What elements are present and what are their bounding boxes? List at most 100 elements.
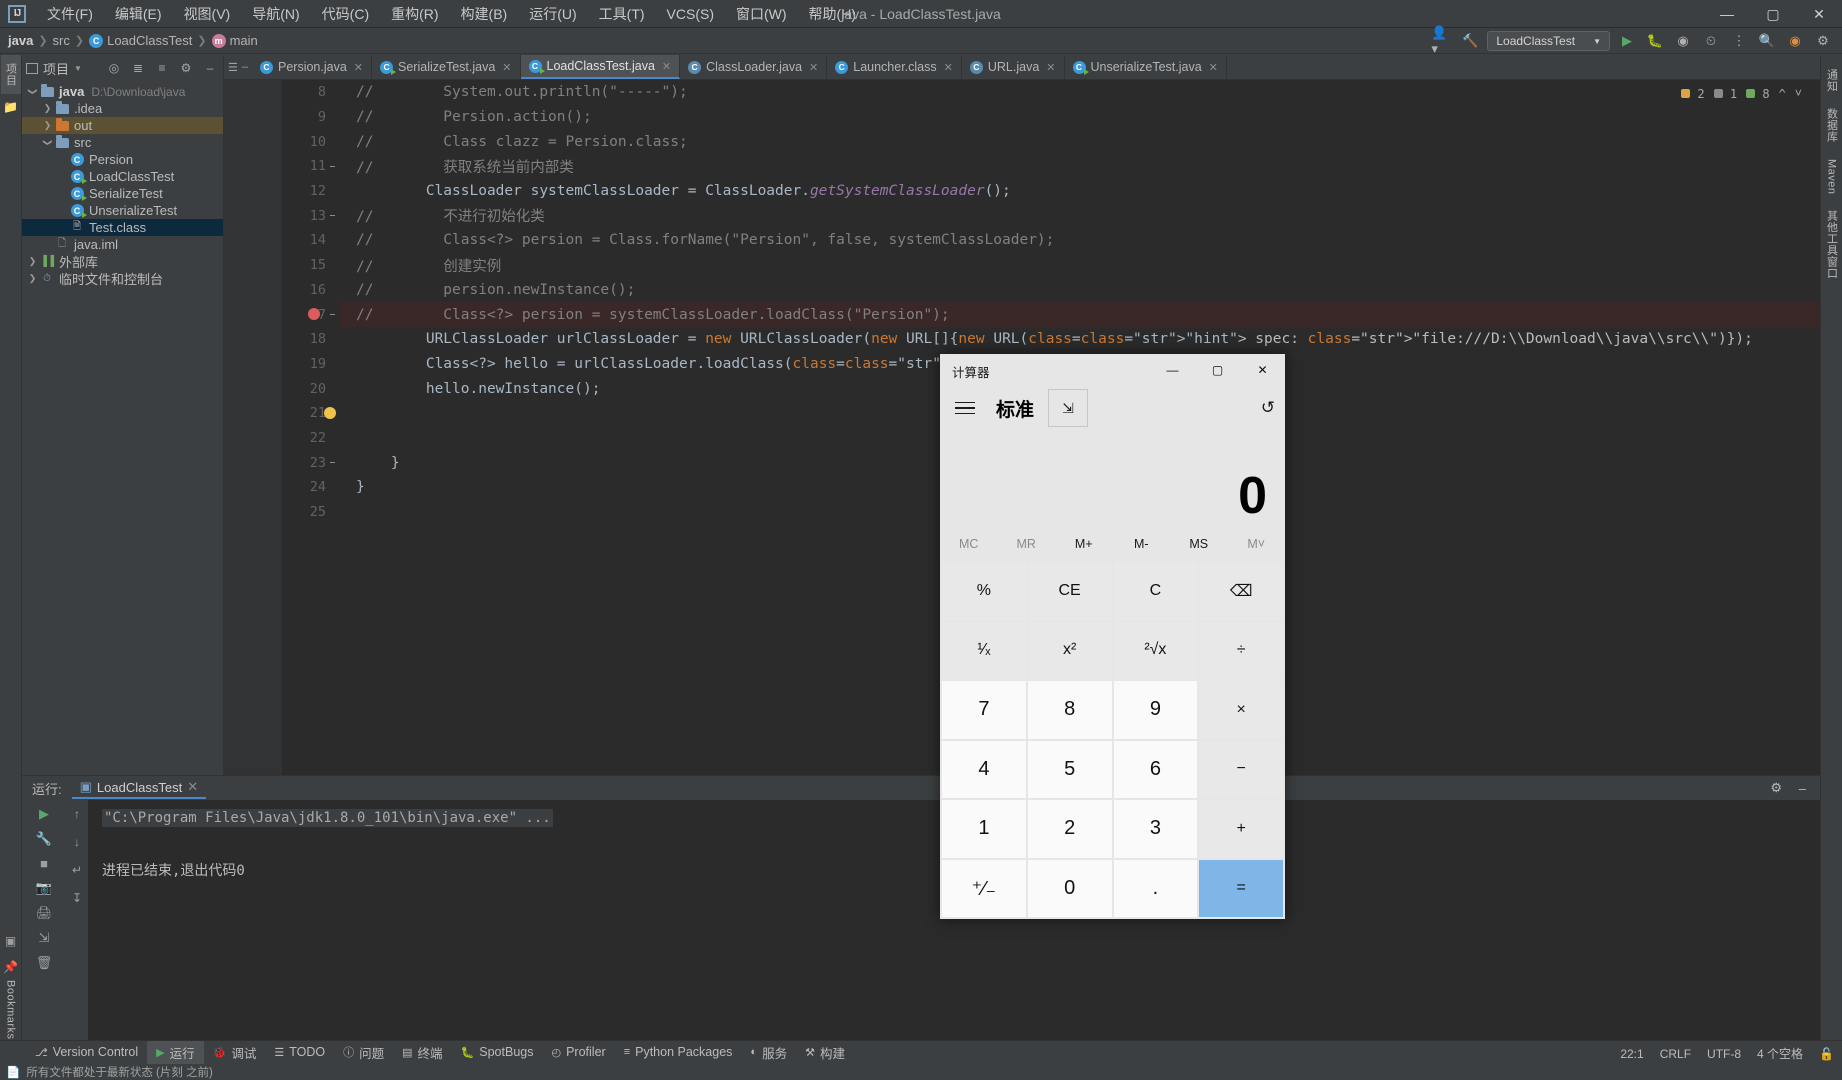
close-icon[interactable]: ✕ xyxy=(1046,61,1055,74)
calculator-close-button[interactable]: ✕ xyxy=(1240,354,1285,386)
print-icon[interactable]: 🖨 xyxy=(36,905,53,921)
collapse-all-icon[interactable]: ≡ xyxy=(153,59,171,77)
code-line-12[interactable]: 12 ClassLoader systemClassLoader = Class… xyxy=(310,179,1820,204)
lock-icon[interactable]: 🔓 xyxy=(1819,1047,1834,1061)
editor-tab-ClassLoader.java[interactable]: C ClassLoader.java ✕ xyxy=(680,55,828,79)
up-arrow-icon[interactable]: ↑ xyxy=(74,807,80,821)
calc-key-7[interactable]: 7 xyxy=(942,681,1026,739)
breadcrumb-item-java[interactable]: java xyxy=(8,33,33,48)
code-line-8[interactable]: 8 // System.out.println("-----"); xyxy=(318,80,1820,105)
tree-item-Persion[interactable]: C Persion xyxy=(22,151,223,168)
editor-tab-LoadClassTest.java[interactable]: C LoadClassTest.java ✕ xyxy=(520,55,681,79)
caret-position[interactable]: 22:1 xyxy=(1620,1047,1643,1061)
intention-bulb-icon[interactable] xyxy=(324,406,336,419)
close-icon[interactable]: ✕ xyxy=(354,61,363,74)
code-line-9[interactable]: 9 // Persion.action(); xyxy=(318,105,1820,130)
run-configuration-selector[interactable]: LoadClassTest ▼ xyxy=(1487,31,1610,51)
calc-key-⁺⁄₋[interactable]: ⁺⁄₋ xyxy=(942,859,1026,917)
fold-marker-icon[interactable]: ⎯ xyxy=(330,457,335,468)
close-icon[interactable]: ✕ xyxy=(502,61,511,74)
calc-key-.[interactable]: . xyxy=(1113,859,1198,917)
encoding[interactable]: UTF-8 xyxy=(1707,1047,1741,1061)
calc-key-5[interactable]: 5 xyxy=(1027,740,1112,798)
menu-item-8[interactable]: 工具(T) xyxy=(588,1,656,27)
line-separator[interactable]: CRLF xyxy=(1660,1047,1691,1061)
menu-item-7[interactable]: 运行(U) xyxy=(518,1,587,27)
status-tab-问题[interactable]: ⓘ 问题 xyxy=(334,1041,393,1064)
debug-icon[interactable]: 🐛 xyxy=(1644,30,1666,52)
calc-key-6[interactable]: 6 xyxy=(1113,740,1198,798)
minimize-button[interactable]: — xyxy=(1704,0,1750,28)
breadcrumb-item-LoadClassTest[interactable]: C LoadClassTest xyxy=(89,33,192,48)
close-icon[interactable]: ✕ xyxy=(662,60,671,73)
tree-item-外部库[interactable]: ❯ ▐▐ 外部库 xyxy=(22,253,223,270)
locate-icon[interactable]: ◎ xyxy=(105,59,123,77)
coverage-icon[interactable]: ◉ xyxy=(1672,30,1694,52)
settings-icon[interactable]: ⚙ xyxy=(1812,30,1834,52)
maximize-button[interactable]: ▢ xyxy=(1750,0,1796,28)
chevron-right-icon[interactable]: ❯ xyxy=(41,103,54,114)
calc-key-%[interactable]: % xyxy=(942,562,1026,620)
calc-key-CE[interactable]: CE xyxy=(1027,562,1112,620)
editor-tab-SerializeTest.java[interactable]: C SerializeTest.java ✕ xyxy=(372,55,521,79)
code-line-18[interactable]: 18 URLClassLoader urlClassLoader = new U… xyxy=(310,327,1820,352)
keep-on-top-icon[interactable]: ⇲ xyxy=(1048,389,1089,427)
trash-icon[interactable]: 🗑 xyxy=(36,955,53,971)
memory-button-MS[interactable]: MS xyxy=(1170,537,1228,551)
expand-all-icon[interactable]: ≣ xyxy=(129,59,147,77)
chevron-down-icon[interactable]: ❯ xyxy=(27,85,38,98)
hide-icon[interactable]: – xyxy=(201,59,219,77)
calc-key-1[interactable]: 1 xyxy=(942,800,1026,858)
sidebar-tab-bookmarks[interactable]: Bookmarks xyxy=(5,980,17,1040)
sidebar-tab-other[interactable]: 其他工具窗口 xyxy=(1822,202,1842,287)
calculator-maximize-button[interactable]: ▢ xyxy=(1195,354,1240,386)
code-line-13[interactable]: 13 ⎯ // 不进行初始化类 xyxy=(310,203,1820,228)
menu-item-5[interactable]: 重构(R) xyxy=(380,1,449,27)
calc-key-4[interactable]: 4 xyxy=(942,740,1026,798)
chevron-down-icon[interactable]: ▼ xyxy=(74,64,82,73)
menu-item-2[interactable]: 视图(V) xyxy=(173,1,242,27)
chevron-right-icon[interactable]: ❯ xyxy=(26,256,39,267)
code-line-14[interactable]: 14 // Class<?> persion = Class.forName("P… xyxy=(310,228,1820,253)
tree-item-java.iml[interactable]: 🗋 java.iml xyxy=(22,236,223,253)
calc-key-x²[interactable]: x² xyxy=(1027,621,1112,679)
profile-icon[interactable]: ⏲ xyxy=(1700,30,1722,52)
calc-key-¹⁄ₓ[interactable]: ¹⁄ₓ xyxy=(942,621,1026,679)
calc-key-8[interactable]: 8 xyxy=(1027,681,1112,739)
hide-icon[interactable]: – xyxy=(242,61,248,73)
menu-item-9[interactable]: VCS(S) xyxy=(656,3,725,25)
tree-item-SerializeTest[interactable]: C SerializeTest xyxy=(22,185,223,202)
code-line-11[interactable]: 11 ⎯ // 获取系统当前内部类 xyxy=(310,154,1820,179)
search-icon[interactable]: 🔍 xyxy=(1756,30,1778,52)
tree-item-临时文件和控制台[interactable]: ❯ ⏱ 临时文件和控制台 xyxy=(22,270,223,287)
calc-key-+[interactable]: + xyxy=(1199,800,1283,858)
menu-item-1[interactable]: 编辑(E) xyxy=(104,1,173,27)
calc-key-⌫[interactable]: ⌫ xyxy=(1199,562,1283,620)
menu-item-6[interactable]: 构建(B) xyxy=(450,1,519,27)
gear-icon[interactable]: ⚙ xyxy=(1770,780,1782,796)
editor-tab-Launcher.class[interactable]: C Launcher.class ✕ xyxy=(827,55,962,79)
menu-item-3[interactable]: 导航(N) xyxy=(241,1,310,27)
memory-button-M+[interactable]: M+ xyxy=(1055,537,1113,551)
chevron-right-icon[interactable]: ❯ xyxy=(26,273,39,284)
calc-key-0[interactable]: 0 xyxy=(1027,859,1112,917)
tree-item-Test.class[interactable]: 🗎 Test.class xyxy=(22,219,223,236)
calc-key-−[interactable]: − xyxy=(1199,740,1283,798)
chevron-right-icon[interactable]: ❯ xyxy=(41,120,54,131)
stop-icon[interactable]: ■ xyxy=(40,856,48,871)
user-icon[interactable]: 👤▾ xyxy=(1431,25,1453,56)
close-icon[interactable]: ✕ xyxy=(809,61,818,74)
tree-item-java[interactable]: ❯ java D:\Download\java xyxy=(22,83,223,100)
menu-item-10[interactable]: 窗口(W) xyxy=(725,1,798,27)
account-icon[interactable]: ◉ xyxy=(1784,30,1806,52)
fold-marker-icon[interactable]: ⎯ xyxy=(330,210,335,221)
close-button[interactable]: ✕ xyxy=(1796,0,1842,28)
status-tab-Python Packages[interactable]: ≡ Python Packages xyxy=(615,1043,742,1061)
status-tab-终端[interactable]: ▤ 终端 xyxy=(393,1041,451,1064)
calc-key-²√x[interactable]: ²√x xyxy=(1113,621,1198,679)
more-icon[interactable]: ⋮ xyxy=(1728,30,1750,52)
editor-tab-Persion.java[interactable]: C Persion.java ✕ xyxy=(252,55,373,79)
wrap-icon[interactable]: ↵ xyxy=(72,863,82,877)
code-line-17[interactable]: 17⎯// Class<?> persion = systemClassLoad… xyxy=(308,302,1820,327)
status-tab-构建[interactable]: ⚒ 构建 xyxy=(796,1041,854,1064)
